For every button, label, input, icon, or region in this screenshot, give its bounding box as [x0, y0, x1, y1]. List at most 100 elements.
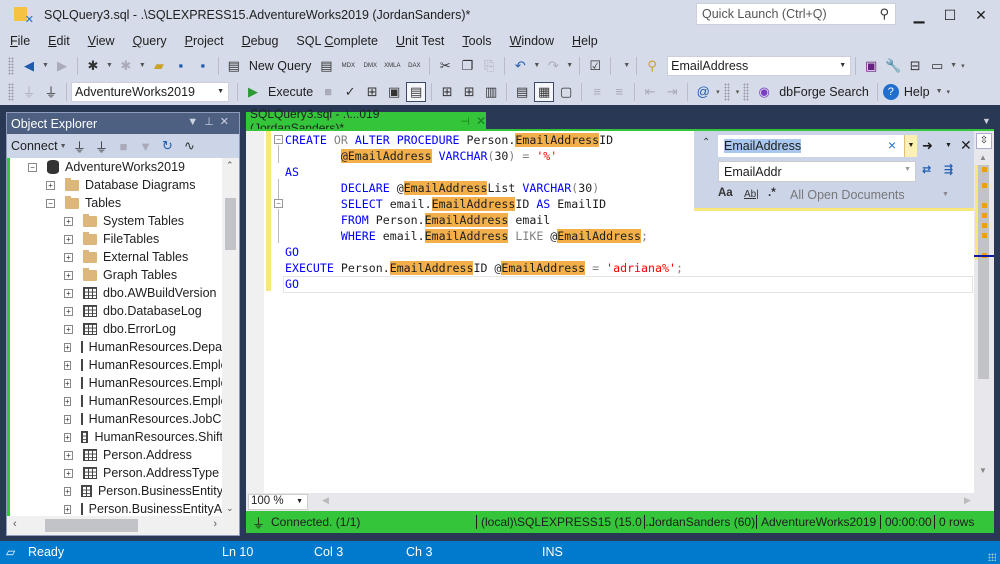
- tree-node[interactable]: + Person.BusinessEntityAddress: [10, 500, 223, 516]
- pin-icon[interactable]: ⊥: [204, 116, 220, 128]
- scroll-thumb[interactable]: [978, 165, 989, 379]
- expand-icon[interactable]: +: [64, 486, 72, 496]
- connect-button[interactable]: Connect: [11, 139, 58, 153]
- menu-query[interactable]: Query: [127, 34, 173, 48]
- tree-node[interactable]: − AdventureWorks2019: [10, 158, 223, 176]
- regex-toggle[interactable]: .*: [768, 187, 776, 199]
- execute-play-icon[interactable]: ▶: [243, 82, 263, 102]
- connect-dropdown[interactable]: ▼: [60, 143, 67, 150]
- undo-icon[interactable]: ↶: [510, 56, 530, 76]
- expand-icon[interactable]: +: [64, 342, 71, 352]
- xmla-query-icon[interactable]: XMLA: [382, 56, 402, 76]
- tree-node[interactable]: + HumanResources.EmployeeDepartmentHistor…: [10, 374, 223, 392]
- toolbar-grip[interactable]: [8, 82, 14, 101]
- close-window-button[interactable]: ✕: [966, 4, 996, 26]
- expand-icon[interactable]: +: [64, 306, 73, 316]
- expand-icon[interactable]: +: [64, 270, 73, 280]
- new-project-icon[interactable]: ✱: [83, 56, 103, 76]
- paste-icon[interactable]: ⎘: [479, 56, 499, 76]
- results-file-icon[interactable]: ▤: [512, 82, 532, 102]
- find-in-files-icon[interactable]: ⚲: [642, 56, 662, 76]
- add-item-dropdown[interactable]: ▼: [139, 62, 146, 69]
- activity-monitor-icon[interactable]: ☑: [585, 56, 605, 76]
- estimated-plan-icon[interactable]: ⊞: [362, 82, 382, 102]
- tree-node[interactable]: + Database Diagrams: [10, 176, 223, 194]
- command-window-icon[interactable]: ▭: [927, 56, 947, 76]
- cut-icon[interactable]: ✂: [435, 56, 455, 76]
- window-position-icon[interactable]: ▼: [187, 116, 204, 128]
- toolbar-overflow-icon[interactable]: ▾: [736, 88, 740, 96]
- chevron-down-icon[interactable]: ▼: [904, 166, 911, 173]
- redo-icon[interactable]: ↷: [543, 56, 563, 76]
- tree-node[interactable]: + HumanResources.Shift: [10, 428, 223, 446]
- split-window-icon[interactable]: ⇳: [976, 133, 992, 149]
- dax-query-icon[interactable]: DAX: [404, 56, 424, 76]
- close-panel-icon[interactable]: ✕: [220, 116, 235, 128]
- tree-node[interactable]: + System Tables: [10, 212, 223, 230]
- collapse-icon[interactable]: −: [28, 162, 37, 172]
- solution-explorer-icon[interactable]: ▣: [861, 56, 881, 76]
- menu-view[interactable]: View: [82, 34, 121, 48]
- tree-node[interactable]: + HumanResources.EmployeePayHistory: [10, 392, 223, 410]
- expand-icon[interactable]: +: [64, 360, 71, 370]
- scroll-down-icon[interactable]: ⌄: [226, 503, 234, 514]
- properties-wrench-icon[interactable]: 🔧: [883, 56, 903, 76]
- help-button[interactable]: Help: [904, 85, 930, 99]
- tree-node[interactable]: + HumanResources.JobCandidate: [10, 410, 223, 428]
- scroll-up-icon[interactable]: ▲: [979, 153, 987, 162]
- find-history-dropdown[interactable]: ▼: [904, 135, 917, 157]
- scroll-left-icon[interactable]: ◀: [322, 495, 329, 506]
- dbforge-search-icon[interactable]: ◉: [754, 82, 774, 102]
- results-grid-icon[interactable]: ▦: [534, 81, 555, 102]
- find-combo[interactable]: EmailAddress ▼: [667, 55, 852, 76]
- change-connection-icon[interactable]: ⏚: [41, 82, 61, 102]
- scroll-right-icon[interactable]: ▶: [964, 495, 971, 506]
- menu-edit[interactable]: Edit: [42, 34, 76, 48]
- new-query-icon[interactable]: ▤: [224, 56, 244, 76]
- expand-icon[interactable]: +: [64, 234, 73, 244]
- tree-vertical-scrollbar[interactable]: ⌃ ⌄: [222, 158, 239, 516]
- results-to-text-icon[interactable]: ▣: [384, 82, 404, 102]
- dbforge-search-button[interactable]: dbForge Search: [779, 85, 869, 99]
- forward-icon[interactable]: ▶: [52, 56, 72, 76]
- tree-node[interactable]: + Person.AddressType: [10, 464, 223, 482]
- menu-help[interactable]: Help: [566, 34, 604, 48]
- tree-horizontal-scrollbar[interactable]: ‹ ›: [7, 516, 239, 535]
- disconnect-icon[interactable]: ⏚: [92, 136, 112, 156]
- quick-launch-input[interactable]: Quick Launch (Ctrl+Q) ⚲: [696, 3, 896, 25]
- code-content[interactable]: CREATE OR ALTER PROCEDURE Person.EmailAd…: [285, 132, 683, 292]
- toolbar-grip[interactable]: [723, 82, 730, 101]
- close-tab-icon[interactable]: ✕: [476, 114, 486, 128]
- back-dropdown[interactable]: ▼: [42, 62, 49, 69]
- comment-lines-icon[interactable]: ≡: [587, 82, 607, 102]
- toolbox-icon[interactable]: ⊟: [905, 56, 925, 76]
- back-icon[interactable]: ◀: [19, 56, 39, 76]
- expand-icon[interactable]: +: [64, 504, 71, 514]
- tab-list-dropdown-icon[interactable]: ▼: [982, 116, 991, 126]
- expand-icon[interactable]: +: [64, 414, 71, 424]
- cancel-query-icon[interactable]: ■: [318, 82, 338, 102]
- scroll-thumb[interactable]: [45, 519, 138, 532]
- scroll-left-icon[interactable]: ‹: [13, 518, 17, 530]
- find-next-arrow-icon[interactable]: ➜: [922, 138, 933, 154]
- expand-icon[interactable]: +: [64, 432, 71, 442]
- expand-icon[interactable]: +: [64, 450, 73, 460]
- results-to-grid-icon[interactable]: ▤: [406, 81, 427, 102]
- stop-icon[interactable]: ■: [114, 136, 134, 156]
- available-databases-combo[interactable]: AdventureWorks2019 ▼: [71, 81, 229, 102]
- decrease-indent-icon[interactable]: ⇤: [640, 82, 660, 102]
- replace-all-icon[interactable]: ⇶: [944, 163, 953, 176]
- redo-dropdown[interactable]: ▼: [566, 62, 573, 69]
- execute-button[interactable]: Execute: [268, 85, 313, 99]
- query-stats-icon[interactable]: ⊞: [459, 82, 479, 102]
- replace-input[interactable]: EmailAddr ▼: [718, 161, 916, 182]
- tree-node[interactable]: + HumanResources.Department: [10, 338, 223, 356]
- menu-window[interactable]: Window: [504, 34, 560, 48]
- add-item-icon[interactable]: ✱: [116, 56, 136, 76]
- tree-node[interactable]: + dbo.ErrorLog: [10, 320, 223, 338]
- results-pane-icon[interactable]: ▢: [556, 82, 576, 102]
- new-project-dropdown[interactable]: ▼: [106, 62, 113, 69]
- increase-indent-icon[interactable]: ⇥: [662, 82, 682, 102]
- scroll-thumb[interactable]: [225, 198, 236, 250]
- expand-icon[interactable]: +: [64, 468, 73, 478]
